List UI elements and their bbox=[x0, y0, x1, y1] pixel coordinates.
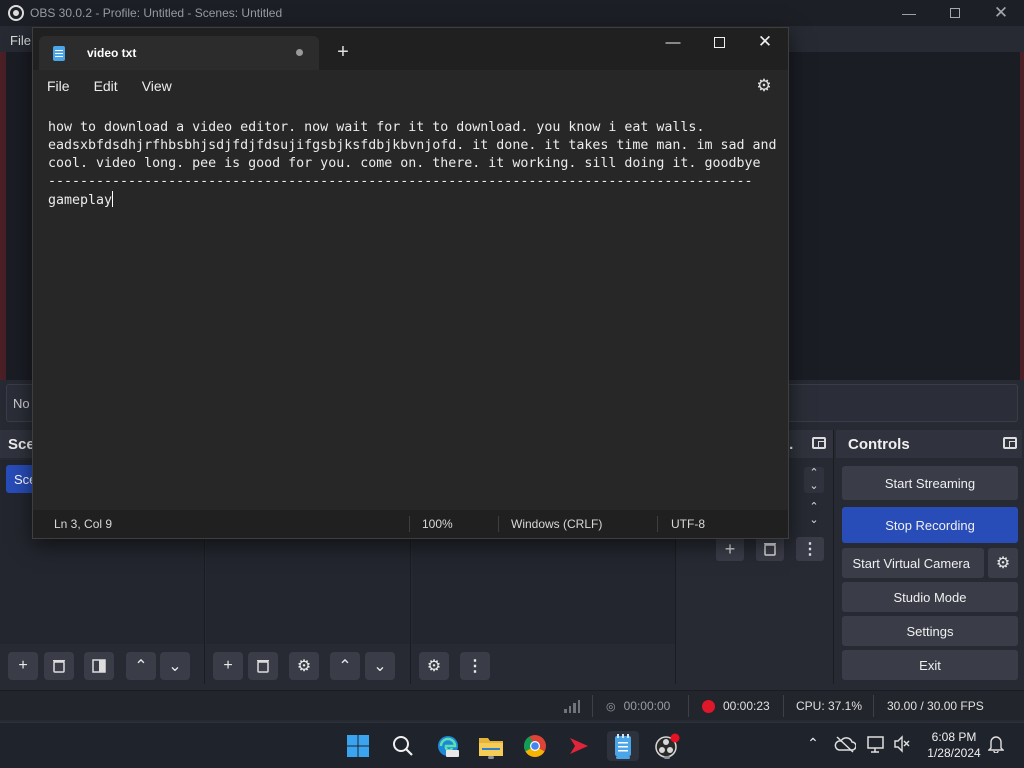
show-hidden-icons-chevron-up-icon[interactable]: ⌃ bbox=[804, 735, 822, 755]
notepad-tab-title: video txt bbox=[87, 46, 137, 60]
notepad-menubar: File Edit View bbox=[33, 70, 788, 102]
transition-properties-icon[interactable]: ⋮ bbox=[796, 537, 824, 561]
edge-icon[interactable] bbox=[432, 731, 464, 761]
preview-border-right bbox=[1020, 52, 1024, 380]
unsaved-dot-icon[interactable] bbox=[296, 49, 303, 56]
text-line: cool. video long. pee is good for you. c… bbox=[48, 156, 761, 171]
notification-bell-icon[interactable] bbox=[987, 735, 1005, 756]
notepad-settings-gear-icon[interactable]: ⚙ bbox=[754, 76, 774, 96]
settings-button[interactable]: Settings bbox=[842, 616, 1018, 646]
start-virtual-camera-button[interactable]: Start Virtual Camera bbox=[842, 548, 984, 578]
menu-edit[interactable]: Edit bbox=[94, 78, 118, 94]
notepad-icon[interactable] bbox=[607, 731, 639, 761]
text-line: how to download a video editor. now wait… bbox=[48, 120, 705, 135]
cursor-position: Ln 3, Col 9 bbox=[54, 517, 113, 531]
windows-start-icon[interactable] bbox=[342, 731, 374, 761]
notepad-file-icon bbox=[53, 45, 65, 61]
virtual-camera-settings-gear-icon[interactable]: ⚙ bbox=[988, 548, 1018, 578]
scene-move-down-icon[interactable]: ⌄ bbox=[160, 652, 190, 680]
running-indicator bbox=[488, 756, 494, 759]
controls-title: Controls bbox=[848, 435, 910, 453]
chrome-icon[interactable] bbox=[519, 731, 551, 761]
stream-broadcast-icon: ◎ bbox=[606, 700, 616, 713]
add-scene-icon[interactable]: + bbox=[8, 652, 38, 680]
remove-source-icon[interactable] bbox=[248, 652, 278, 680]
file-explorer-icon[interactable] bbox=[475, 731, 507, 761]
text-line: ----------------------------------------… bbox=[48, 174, 753, 189]
no-source-label: No bbox=[13, 395, 30, 411]
recording-time: 00:00:23 bbox=[723, 699, 770, 713]
advanced-audio-gear-icon[interactable]: ⚙ bbox=[419, 652, 449, 680]
notepad-statusbar: Ln 3, Col 9 100% Windows (CRLF) UTF-8 bbox=[33, 510, 788, 538]
clock[interactable]: 6:08 PM 1/28/2024 bbox=[926, 729, 982, 761]
onedrive-cloud-icon[interactable] bbox=[834, 735, 857, 756]
stream-time: 00:00:00 bbox=[623, 699, 671, 713]
duration-spinbox-arrows[interactable]: ⌃ ⌄ bbox=[804, 501, 824, 529]
preview-border-left bbox=[0, 52, 6, 380]
clock-time: 6:08 PM bbox=[931, 730, 977, 744]
source-move-up-icon[interactable]: ⌃ bbox=[330, 652, 360, 680]
obs-menu-file[interactable]: File bbox=[10, 33, 31, 48]
notepad-tab[interactable]: video txt bbox=[39, 36, 319, 70]
obs-window-title: OBS 30.0.2 - Profile: Untitled - Scenes:… bbox=[30, 6, 283, 20]
obs-icon[interactable] bbox=[651, 731, 683, 761]
exit-button[interactable]: Exit bbox=[842, 650, 1018, 680]
active-indicator bbox=[616, 756, 630, 759]
recording-dot-icon bbox=[702, 699, 715, 713]
source-properties-gear-icon[interactable]: ⚙ bbox=[289, 652, 319, 680]
text-line: eadsxbfdsdhjrfhbsbhjsdjfdjfdsujifgsbjksf… bbox=[48, 138, 777, 153]
controls-dock-header: Controls bbox=[836, 430, 1022, 458]
encoding[interactable]: UTF-8 bbox=[671, 510, 705, 538]
video-editor-icon[interactable] bbox=[563, 731, 595, 761]
transition-spinbox-arrows[interactable]: ⌃ ⌄ bbox=[804, 467, 824, 493]
new-tab-plus-icon[interactable]: + bbox=[331, 40, 355, 64]
notepad-close-button[interactable]: ✕ bbox=[742, 28, 788, 56]
fps-display: 30.00 / 30.00 FPS bbox=[887, 699, 984, 713]
text-line-content: gameplay bbox=[48, 193, 113, 208]
notepad-maximize-button[interactable] bbox=[696, 28, 742, 56]
obs-logo-icon bbox=[8, 5, 24, 21]
clock-date: 1/28/2024 bbox=[927, 746, 981, 760]
network-monitor-icon[interactable] bbox=[866, 735, 886, 756]
start-streaming-button[interactable]: Start Streaming bbox=[842, 466, 1018, 500]
running-indicator bbox=[664, 756, 670, 759]
obs-close-button[interactable]: ✕ bbox=[978, 0, 1024, 26]
audio-mixer-menu-icon[interactable]: ⋮ bbox=[460, 652, 490, 680]
remove-transition-icon[interactable] bbox=[756, 537, 784, 561]
obs-statusbar: ◎ 00:00:00 00:00:23 CPU: 37.1% 30.00 / 3… bbox=[0, 690, 1024, 720]
add-transition-icon[interactable]: + bbox=[716, 537, 744, 561]
notepad-tabbar: video txt + — ✕ bbox=[33, 28, 788, 70]
remove-scene-icon[interactable] bbox=[44, 652, 74, 680]
cpu-usage: CPU: 37.1% bbox=[796, 699, 863, 713]
obs-minimize-button[interactable]: — bbox=[886, 0, 932, 26]
windows-taskbar: ⌃ 6:08 PM 1/28/2024 bbox=[0, 722, 1024, 768]
menu-file[interactable]: File bbox=[47, 78, 70, 94]
search-icon[interactable] bbox=[387, 731, 419, 761]
text-line-current: gameplay bbox=[48, 191, 788, 210]
scene-list-item[interactable]: Sce bbox=[6, 465, 36, 493]
scene-move-up-icon[interactable]: ⌃ bbox=[126, 652, 156, 680]
transitions-undock-icon[interactable] bbox=[812, 437, 826, 449]
text-caret bbox=[112, 191, 114, 207]
studio-mode-button[interactable]: Studio Mode bbox=[842, 582, 1018, 612]
notepad-minimize-button[interactable]: — bbox=[650, 28, 696, 56]
source-move-down-icon[interactable]: ⌄ bbox=[365, 652, 395, 680]
stop-recording-button[interactable]: Stop Recording bbox=[842, 507, 1018, 543]
notepad-text-area[interactable]: how to download a video editor. now wait… bbox=[33, 102, 788, 510]
obs-maximize-button[interactable] bbox=[932, 0, 978, 26]
recording-status: 00:00:23 bbox=[702, 691, 770, 721]
controls-undock-icon[interactable] bbox=[1003, 437, 1017, 449]
obs-menubar: File bbox=[0, 28, 31, 52]
zoom-level[interactable]: 100% bbox=[422, 510, 453, 538]
network-signal-icon bbox=[564, 691, 580, 721]
menu-view[interactable]: View bbox=[142, 78, 172, 94]
stream-status: ◎ 00:00:00 bbox=[606, 691, 670, 721]
scene-filters-icon[interactable] bbox=[84, 652, 114, 680]
notepad-window: video txt + — ✕ File Edit View ⚙ how to … bbox=[32, 27, 789, 539]
add-source-icon[interactable]: + bbox=[213, 652, 243, 680]
obs-titlebar: OBS 30.0.2 - Profile: Untitled - Scenes:… bbox=[0, 0, 1024, 26]
volume-muted-icon[interactable] bbox=[893, 735, 911, 756]
line-ending[interactable]: Windows (CRLF) bbox=[511, 510, 602, 538]
